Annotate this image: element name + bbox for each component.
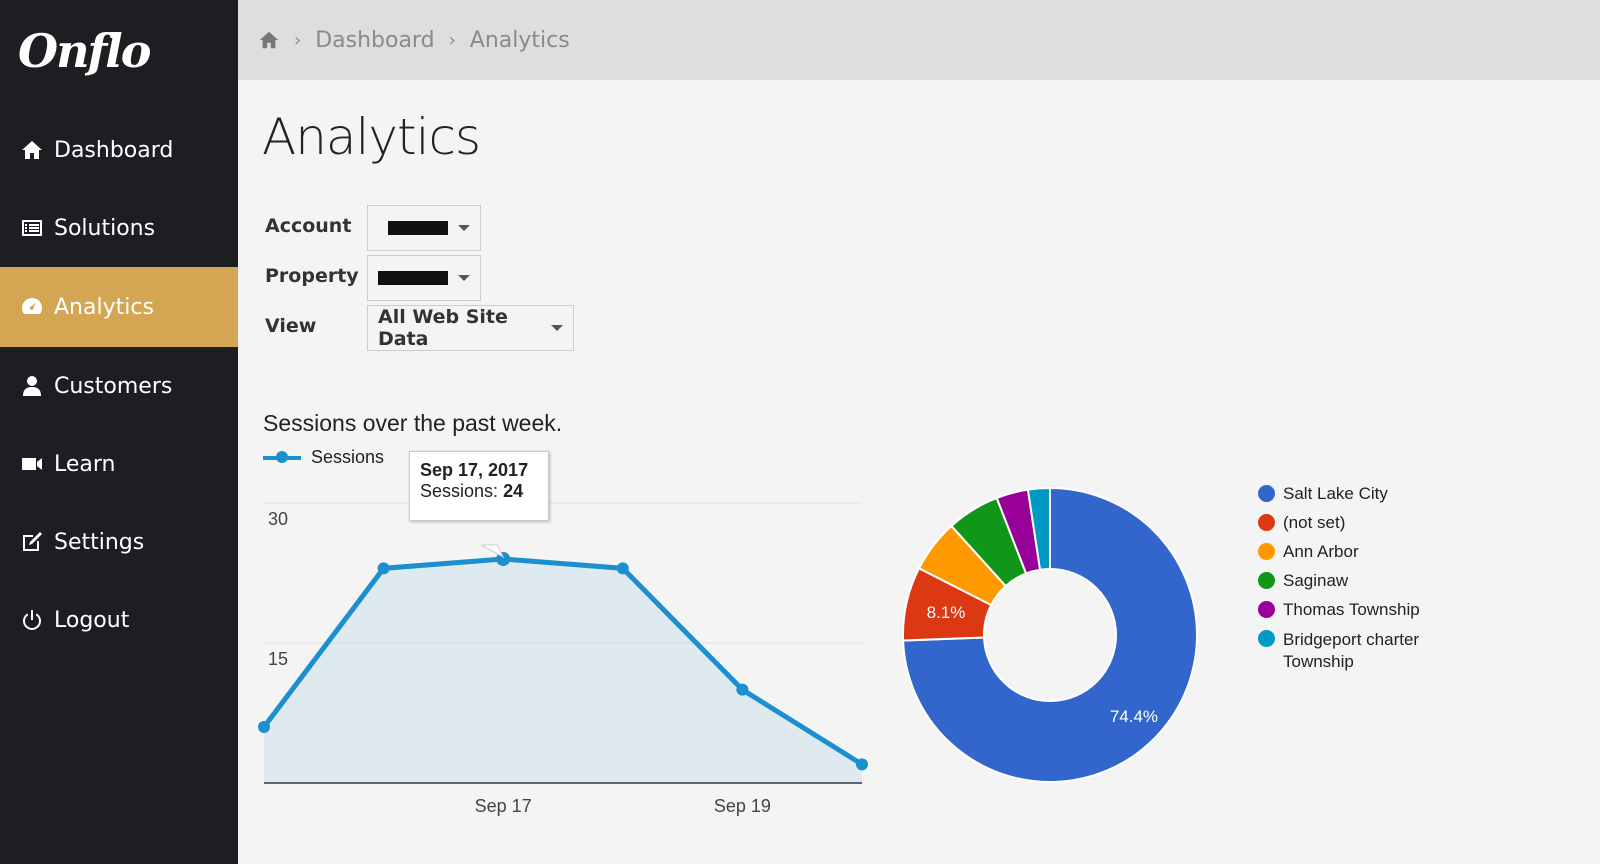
legend-dot — [1258, 572, 1275, 589]
user-icon — [23, 376, 41, 396]
sidebar-item-label: Analytics — [54, 294, 154, 320]
pie-legend: Salt Lake City (not set) Ann Arbor Saginaw T… — [1258, 484, 1433, 682]
sidebar-item-dashboard[interactable]: Dashboard — [0, 110, 238, 190]
chart-legend: Sessions — [263, 447, 384, 468]
redacted-value — [388, 221, 448, 235]
legend-item[interactable]: (not set) — [1258, 513, 1433, 533]
legend-item[interactable]: Salt Lake City — [1258, 484, 1433, 504]
legend-label: (not set) — [1283, 513, 1346, 532]
chevron-right-icon: › — [448, 29, 456, 51]
pie-data-label: 74.4% — [1110, 707, 1158, 726]
legend-label: Bridgeport charter Township — [1283, 630, 1420, 671]
legend-label: Thomas Township — [1283, 600, 1420, 619]
sidebar-item-label: Solutions — [54, 215, 156, 241]
home-icon — [22, 141, 42, 159]
dashboard-gauge-icon — [22, 298, 42, 314]
redacted-value — [378, 271, 448, 285]
legend-label: Salt Lake City — [1283, 484, 1388, 503]
tooltip-date: Sep 17, 2017 — [420, 460, 529, 480]
legend-item[interactable]: Thomas Township — [1258, 600, 1433, 620]
sidebar-item-label: Dashboard — [54, 137, 174, 163]
pie-data-label: 8.1% — [927, 603, 966, 622]
view-select[interactable]: All Web Site Data — [367, 305, 574, 351]
power-icon — [23, 610, 41, 630]
legend-label: Saginaw — [1283, 571, 1349, 590]
video-camera-icon — [22, 458, 42, 470]
sidebar-item-label: Customers — [54, 373, 173, 399]
legend-label: Ann Arbor — [1283, 542, 1359, 561]
tooltip-value: 24 — [503, 481, 524, 501]
y-tick-label: 30 — [268, 509, 288, 529]
legend-dot — [1258, 601, 1275, 618]
legend-item[interactable]: Saginaw — [1258, 571, 1433, 591]
sidebar-item-solutions[interactable]: Solutions — [0, 188, 238, 268]
chevron-right-icon: › — [294, 29, 302, 51]
view-select-value: All Web Site Data — [378, 306, 508, 350]
caret-down-icon — [458, 275, 470, 281]
data-point[interactable] — [377, 562, 390, 575]
sidebar-item-label: Logout — [54, 607, 130, 633]
legend-item[interactable]: Bridgeport charter Township — [1258, 629, 1433, 673]
y-tick-label: 15 — [268, 649, 288, 669]
location-donut-chart: 74.4% 8.1% — [902, 486, 1198, 783]
view-label: View — [265, 315, 317, 337]
legend-label: Sessions — [311, 447, 385, 467]
breadcrumb: › Dashboard › Analytics — [238, 0, 1600, 80]
data-point[interactable] — [258, 721, 270, 733]
breadcrumb-item-analytics: Analytics — [469, 27, 570, 53]
account-label: Account — [265, 215, 352, 237]
home-icon[interactable] — [258, 29, 280, 51]
sidebar-item-customers[interactable]: Customers — [0, 346, 238, 426]
chart-title: Sessions over the past week. — [263, 410, 563, 436]
legend-dot — [1258, 630, 1275, 647]
caret-down-icon — [551, 325, 563, 331]
chart-tooltip: Sep 17, 2017 Sessions: 24 — [409, 451, 549, 521]
breadcrumb-item-dashboard[interactable]: Dashboard — [315, 28, 434, 53]
legend-item[interactable]: Ann Arbor — [1258, 542, 1433, 562]
data-point[interactable] — [616, 562, 629, 575]
sidebar-item-label: Learn — [54, 451, 116, 477]
sidebar-item-label: Settings — [54, 529, 145, 555]
account-select[interactable] — [367, 205, 481, 251]
page-title: Analytics — [262, 108, 481, 166]
legend-swatch — [263, 450, 301, 463]
x-tick-label: Sep 19 — [714, 796, 771, 816]
tooltip-label: Sessions: — [420, 481, 499, 501]
tooltip-pointer — [480, 544, 505, 559]
x-tick-label: Sep 17 — [475, 796, 532, 816]
sessions-line-chart: 15 30 Sep 17 Sep 19 — [258, 502, 868, 816]
legend-dot — [1258, 543, 1275, 560]
property-label: Property — [265, 265, 359, 287]
sidebar: Onflo Dashboard Solutions Analytics Cust… — [0, 0, 238, 864]
legend-dot — [1258, 514, 1275, 531]
legend-dot — [1258, 485, 1275, 502]
app-logo[interactable]: Onflo — [18, 24, 151, 78]
list-icon — [22, 220, 42, 236]
data-point[interactable] — [856, 758, 868, 771]
data-point[interactable] — [736, 683, 749, 696]
sidebar-item-logout[interactable]: Logout — [0, 580, 238, 660]
property-select[interactable] — [367, 255, 481, 301]
edit-icon — [23, 532, 42, 551]
caret-down-icon — [458, 225, 470, 231]
sidebar-item-settings[interactable]: Settings — [0, 502, 238, 582]
sessions-area — [264, 559, 862, 783]
sidebar-item-analytics[interactable]: Analytics — [0, 267, 238, 347]
sidebar-item-learn[interactable]: Learn — [0, 424, 238, 504]
